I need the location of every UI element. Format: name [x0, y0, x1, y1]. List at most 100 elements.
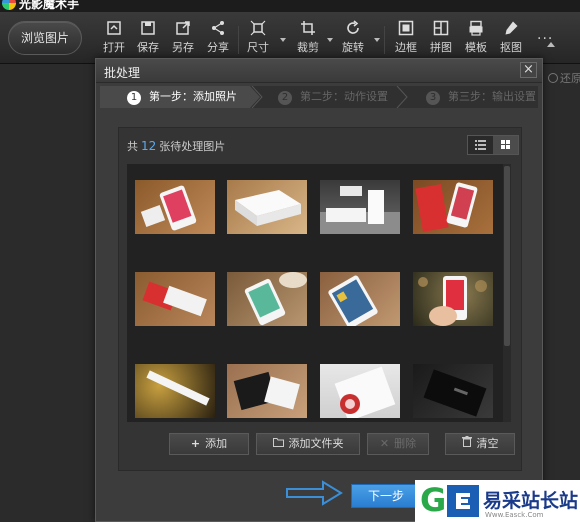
crop-icon — [301, 21, 315, 35]
cutout-icon — [505, 21, 518, 35]
next-step-button[interactable]: 下一步 — [351, 484, 421, 508]
cutout-button[interactable]: 抠图 — [493, 20, 529, 60]
step-2-label: 第二步：动作设置 — [300, 90, 388, 103]
resize-label: 尺寸 — [247, 41, 269, 54]
title-bar: 光影魔术手 — [0, 0, 580, 12]
rotate-dropdown-icon[interactable] — [374, 38, 380, 42]
photo-12-image — [423, 369, 487, 417]
thumbnail-1[interactable] — [135, 180, 215, 234]
list-view-icon — [475, 140, 486, 150]
thumbnail-5[interactable] — [135, 272, 215, 326]
thumbnail-11[interactable] — [320, 364, 400, 418]
template-label: 模板 — [465, 41, 487, 54]
photo-1-image — [140, 185, 197, 231]
collage-label: 拼图 — [430, 41, 452, 54]
add-label: 添加 — [205, 437, 228, 450]
app-logo-icon — [2, 0, 16, 10]
collapse-toolbar-icon[interactable] — [547, 42, 555, 47]
count-prefix: 共 — [127, 140, 138, 153]
toolbar-divider — [238, 26, 239, 54]
crop-label: 裁剪 — [297, 41, 319, 54]
view-toggle — [467, 135, 519, 155]
save-button[interactable]: 保存 — [130, 20, 166, 60]
scrollbar-thumb[interactable] — [504, 166, 510, 346]
restore-label: 还原 — [560, 72, 580, 85]
close-dialog-button[interactable]: × — [520, 62, 537, 78]
photo-3-image — [320, 186, 400, 234]
add-button[interactable]: + 添加 — [169, 433, 249, 455]
collage-button[interactable]: 拼图 — [423, 20, 459, 60]
watermark-text: 易采站长站 — [483, 490, 579, 512]
cutout-label: 抠图 — [500, 41, 522, 54]
batch-process-dialog: 批处理 × 1 第一步：添加照片 2 第二步：动作设置 3 第三步：输出设置 共 12 张… — [95, 58, 543, 522]
step-3-number: 3 — [426, 91, 440, 105]
thumbnail-10[interactable] — [227, 364, 307, 418]
thumbnail-2[interactable] — [227, 180, 307, 234]
step-2-number: 2 — [278, 91, 292, 105]
grid-view-button[interactable] — [493, 136, 518, 154]
watermark-url: Www.Easck.Com — [485, 511, 544, 519]
template-icon — [469, 20, 483, 36]
trash-icon — [461, 434, 472, 454]
template-button[interactable]: 模板 — [458, 20, 494, 60]
step-chevron-icon — [250, 86, 263, 108]
step-3: 3 第三步：输出设置 — [426, 86, 536, 108]
toolbar-divider — [384, 26, 385, 54]
photo-4-image — [415, 182, 478, 232]
photo-6-image — [244, 272, 307, 326]
step-3-label: 第三步：输出设置 — [448, 90, 536, 103]
add-folder-label: 添加文件夹 — [288, 437, 344, 450]
grid-view-icon — [501, 140, 510, 149]
resize-button[interactable]: 尺寸 — [240, 20, 276, 60]
delete-button[interactable]: ✕ 删除 — [367, 433, 429, 455]
open-button[interactable]: 打开 — [96, 20, 132, 60]
thumbnail-grid — [127, 164, 511, 422]
dialog-header: 批处理 × — [96, 59, 542, 83]
thumbnail-6[interactable] — [227, 272, 307, 326]
add-folder-button[interactable]: 添加文件夹 — [256, 433, 360, 455]
count-suffix: 张待处理图片 — [159, 140, 226, 153]
thumbnail-9[interactable] — [135, 364, 215, 418]
add-folder-icon — [272, 434, 284, 454]
open-icon — [107, 21, 121, 35]
border-label: 边框 — [395, 41, 417, 54]
clear-label: 清空 — [476, 437, 499, 450]
restore-icon — [548, 73, 558, 83]
photo-2-image — [235, 190, 301, 226]
restore-button[interactable]: 还原 — [548, 70, 580, 86]
photo-11-image — [334, 366, 396, 418]
rotate-button[interactable]: 旋转 — [335, 20, 371, 60]
thumbnail-8[interactable] — [413, 272, 493, 326]
rotate-label: 旋转 — [342, 41, 364, 54]
thumbnail-4[interactable] — [413, 180, 493, 234]
thumbnail-12[interactable] — [413, 364, 493, 418]
save-as-button[interactable]: 另存 — [165, 20, 201, 60]
step-1-number: 1 — [127, 91, 141, 105]
photo-8-image — [418, 276, 487, 326]
crop-dropdown-icon[interactable] — [327, 38, 333, 42]
browse-images-button[interactable]: 浏览图片 — [8, 21, 82, 55]
resize-icon — [250, 20, 266, 36]
save-icon — [141, 21, 155, 35]
crop-button[interactable]: 裁剪 — [290, 20, 326, 60]
count-value: 12 — [141, 139, 157, 153]
watermark-e-logo-icon — [447, 485, 479, 517]
step-chevron-icon — [396, 86, 408, 108]
border-button[interactable]: 边框 — [388, 20, 424, 60]
thumbnail-3[interactable] — [320, 180, 400, 234]
list-view-button[interactable] — [468, 136, 493, 154]
resize-dropdown-icon[interactable] — [280, 38, 286, 42]
share-button[interactable]: 分享 — [200, 20, 236, 60]
watermark-g-logo-icon: G — [420, 481, 447, 519]
delete-icon: ✕ — [379, 437, 390, 450]
collage-icon — [433, 20, 449, 36]
thumbnail-7[interactable] — [320, 272, 400, 326]
save-as-icon — [176, 21, 190, 35]
clear-button[interactable]: 清空 — [445, 433, 515, 455]
delete-label: 删除 — [394, 437, 417, 450]
share-icon — [212, 21, 224, 35]
photo-actions: + 添加 添加文件夹 ✕ 删除 清空 — [119, 428, 521, 462]
thumbnail-scrollbar[interactable] — [503, 164, 511, 422]
main-toolbar: 浏览图片 打开 保存 另存 分享 尺寸 裁剪 旋转 边框 拼图 模板 抠图 ..… — [0, 12, 580, 64]
more-options-icon[interactable]: ... — [537, 27, 553, 43]
